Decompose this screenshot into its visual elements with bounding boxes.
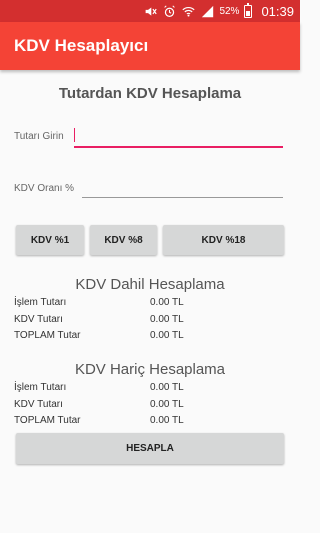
battery-icon: [244, 2, 253, 18]
dahil-kdv-label: KDV Tutarı: [14, 314, 63, 325]
wifi-icon: [181, 4, 195, 18]
hesapla-button[interactable]: HESAPLA: [16, 433, 284, 464]
haric-islem-value: 0.00 TL: [150, 382, 184, 393]
dahil-kdv-value: 0.00 TL: [150, 314, 184, 325]
dahil-islem-value: 0.00 TL: [150, 297, 184, 308]
alarm-icon: [162, 4, 176, 18]
rate-underline: [82, 197, 283, 198]
app-title: KDV Hesaplayıcı: [14, 36, 149, 55]
rate-input[interactable]: [82, 179, 282, 197]
signal-icon: [200, 4, 214, 18]
amount-input[interactable]: [74, 127, 282, 145]
status-bar: 52% 01:39: [0, 0, 300, 22]
dahil-toplam-value: 0.00 TL: [150, 330, 184, 341]
kdv-18-button[interactable]: KDV %18: [163, 225, 284, 255]
haric-islem-label: İşlem Tutarı: [14, 382, 67, 393]
amount-label: Tutarı Girin: [14, 131, 64, 142]
kdv-8-button[interactable]: KDV %8: [90, 225, 157, 255]
kdv-haric-title: KDV Hariç Hesaplama: [74, 361, 226, 378]
mute-icon: [143, 4, 157, 18]
haric-kdv-label: KDV Tutarı: [14, 399, 63, 410]
text-cursor: [74, 128, 75, 142]
app-bar: KDV Hesaplayıcı: [0, 22, 300, 70]
haric-toplam-value: 0.00 TL: [150, 415, 184, 426]
page-heading: Tutardan KDV Hesaplama: [58, 85, 242, 102]
dahil-islem-label: İşlem Tutarı: [14, 297, 67, 308]
haric-kdv-value: 0.00 TL: [150, 399, 184, 410]
amount-underline: [74, 146, 283, 148]
haric-toplam-label: TOPLAM Tutar: [14, 415, 81, 426]
battery-percentage: 52%: [219, 5, 240, 17]
dahil-toplam-label: TOPLAM Tutar: [14, 330, 81, 341]
kdv-dahil-title: KDV Dahil Hesaplama: [75, 276, 225, 293]
kdv-1-button[interactable]: KDV %1: [16, 225, 84, 255]
clock: 01:39: [261, 3, 294, 19]
rate-label: KDV Oranı %: [14, 183, 75, 194]
